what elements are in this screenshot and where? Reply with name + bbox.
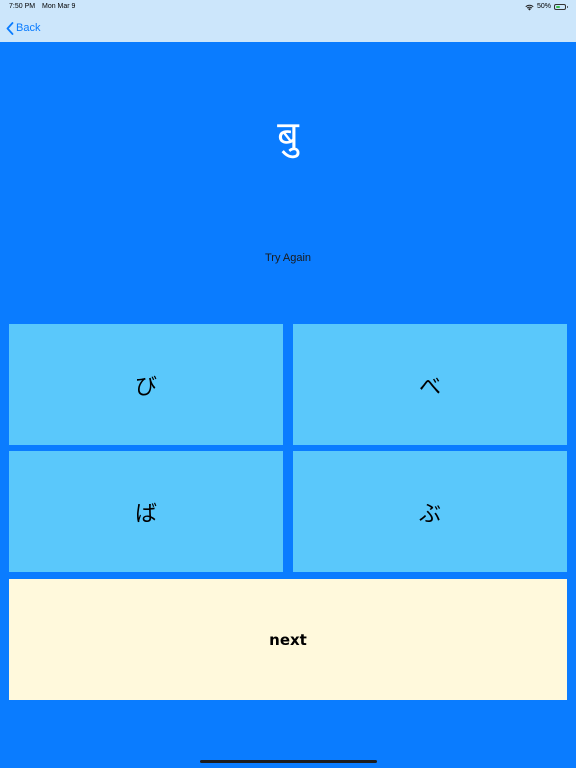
status-time: 7:50 PM (9, 3, 36, 10)
answer-button-2[interactable]: べ (293, 324, 567, 445)
navigation-bar: Back (0, 14, 576, 42)
back-button-label: Back (16, 22, 41, 34)
battery-icon (554, 4, 568, 10)
status-indicators: 50% (525, 0, 568, 14)
wifi-icon (525, 4, 534, 11)
answer-button-4[interactable]: ぶ (293, 451, 567, 572)
answer-button-3[interactable]: ば (9, 451, 283, 572)
battery-level-fill (556, 6, 560, 8)
feedback-text: Try Again (264, 252, 312, 264)
chevron-left-icon (6, 21, 16, 35)
next-button[interactable]: next (9, 579, 567, 700)
status-date: Mon Mar 9 (42, 3, 76, 10)
back-button[interactable]: Back (6, 20, 40, 36)
answer-button-1[interactable]: び (9, 324, 283, 445)
home-indicator (200, 760, 377, 763)
question-character: बु (277, 113, 299, 157)
battery-percentage: 50% (536, 3, 551, 10)
status-bar: 7:50 PM Mon Mar 9 50% (0, 0, 576, 14)
